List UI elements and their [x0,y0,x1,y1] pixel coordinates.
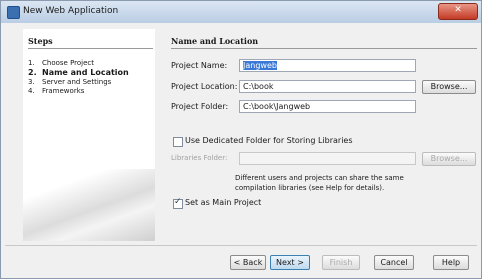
app-icon [7,6,20,19]
dedicated-folder-label[interactable]: Use Dedicated Folder for Storing Librari… [185,136,353,145]
title-bar[interactable]: New Web Application ✕ [1,1,481,23]
name-location-panel: Name and Location Project Name: Jangweb … [163,29,481,241]
step-frameworks: 4. Frameworks [28,87,84,95]
project-folder-field: C:\book\Jangweb [239,100,416,113]
step-name-and-location: 2. Name and Location [28,68,129,77]
main-project-label[interactable]: Set as Main Project [185,198,261,207]
project-name-label: Project Name: [171,61,228,70]
step-number: 1. [28,59,35,67]
steps-panel: Steps 1. Choose Project 2. Name and Locati… [23,29,155,241]
libraries-folder-label: Libraries Folder: [171,154,228,162]
finish-button: Finish [322,255,360,270]
browse-libraries-button: Browse... [422,152,476,166]
help-button[interactable]: Help [433,255,469,270]
step-number: 3. [28,78,35,86]
panel-divider [171,48,477,49]
step-number: 4. [28,87,35,95]
footer-divider [5,245,477,246]
steps-decoration [23,169,155,241]
project-folder-label: Project Folder: [171,102,229,111]
step-label: Name and Location [42,68,129,77]
project-location-input[interactable]: C:\book [239,80,416,93]
step-number: 2. [28,68,37,77]
project-name-value: Jangweb [243,61,277,70]
main-project-checkbox[interactable]: ✓ [173,197,183,209]
browse-location-button[interactable]: Browse... [422,80,476,94]
step-server-and-settings: 3. Server and Settings [28,78,111,86]
steps-divider [28,48,153,49]
dedicated-folder-checkbox[interactable] [173,137,183,147]
libraries-folder-input [239,152,416,165]
libraries-note-line-2: compilation libraries (see Help for deta… [235,184,385,192]
step-label: Frameworks [42,87,85,95]
step-choose-project: 1. Choose Project [28,59,94,67]
checkmark-icon: ✓ [174,197,182,207]
steps-title: Steps [28,36,53,46]
back-button[interactable]: < Back [230,255,266,270]
libraries-note-line-1: Different users and projects can share t… [235,174,404,182]
project-location-label: Project Location: [171,82,238,91]
next-button[interactable]: Next > [270,255,310,270]
close-icon: ✕ [454,5,462,15]
step-label: Server and Settings [42,78,112,86]
wizard-window: New Web Application ✕ Steps 1. Choose Pro… [0,0,482,279]
window-title: New Web Application [23,6,119,16]
close-button[interactable]: ✕ [438,3,478,20]
panel-title: Name and Location [171,36,259,46]
step-label: Choose Project [42,59,95,67]
cancel-button[interactable]: Cancel [374,255,414,270]
project-name-input[interactable]: Jangweb [239,59,416,72]
